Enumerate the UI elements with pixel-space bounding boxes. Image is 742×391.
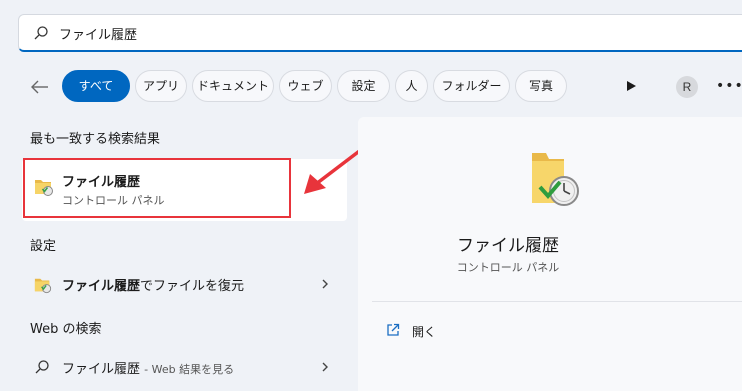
chip-all[interactable]: すべて [62,70,130,102]
best-match-heading: 最も一致する検索結果 [30,132,161,147]
open-external-icon [387,323,400,336]
back-arrow-icon[interactable] [30,77,50,97]
web-result-query: ファイル履歴 [62,362,141,377]
play-icon[interactable] [625,80,637,92]
chip-people[interactable]: 人 [395,70,428,102]
detail-pane: ファイル履歴 コントロール パネル 開く [358,117,742,391]
chip-documents[interactable]: ドキュメント [192,70,274,102]
chip-web[interactable]: ウェブ [279,70,332,102]
settings-result-highlight: ファイル履歴 [62,279,141,294]
chevron-right-icon [322,279,328,289]
open-action[interactable]: 開く [412,323,436,340]
web-result-suffix: - Web 結果を見る [144,363,235,376]
highlight-box [23,158,291,218]
web-search-heading: Web の検索 [30,322,102,337]
web-result-item[interactable]: ファイル履歴 - Web 結果を見る [22,350,347,384]
search-icon [34,26,48,40]
settings-result-text: でファイルを復元 [140,279,245,294]
chevron-right-icon [322,362,328,372]
detail-title: ファイル履歴 [457,236,559,256]
settings-heading: 設定 [30,239,57,254]
chip-photos[interactable]: 写真 [515,70,567,102]
search-box[interactable]: ファイル履歴 [18,14,742,52]
divider [372,301,742,302]
settings-result-item[interactable]: ファイル履歴でファイルを復元 [22,267,347,301]
detail-subtitle: コントロール パネル [456,261,560,274]
file-history-large-icon [532,153,579,206]
more-options-icon[interactable]: ••• [716,78,742,94]
chip-settings[interactable]: 設定 [337,70,390,102]
avatar[interactable]: R [676,76,698,98]
search-icon [35,360,49,374]
search-input[interactable]: ファイル履歴 [59,24,137,43]
file-history-icon [34,278,52,294]
chip-folders[interactable]: フォルダー [433,70,510,102]
chip-apps[interactable]: アプリ [135,70,187,102]
